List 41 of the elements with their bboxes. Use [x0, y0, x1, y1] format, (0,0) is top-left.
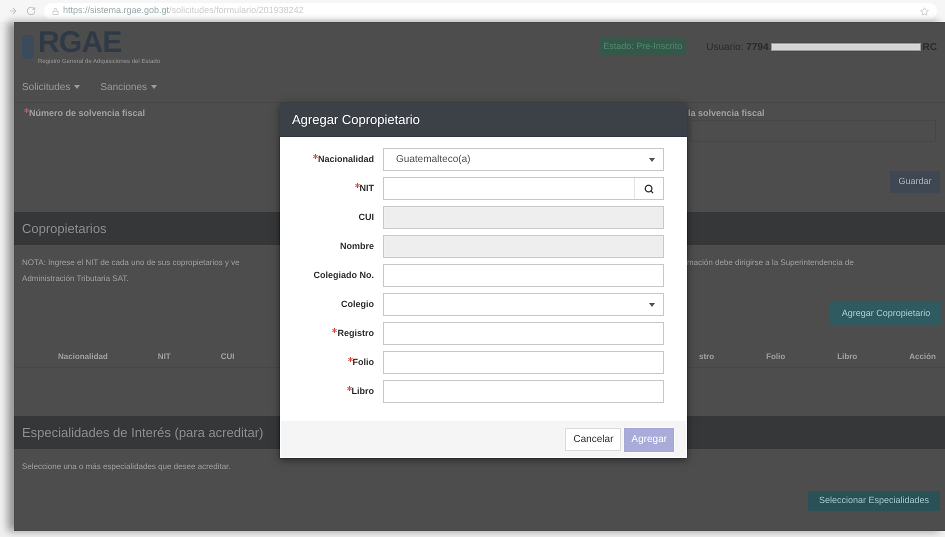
cancel-button[interactable]: Cancelar	[565, 428, 622, 451]
field-label: Colegio	[341, 298, 374, 311]
forward-icon[interactable]	[8, 6, 18, 16]
column-header: stro	[699, 351, 714, 363]
field-label: Libro	[352, 384, 374, 398]
caret-icon	[649, 158, 655, 162]
caret-icon	[649, 302, 655, 306]
search-icon	[644, 184, 654, 194]
column-header: NIT	[158, 351, 171, 363]
field-label: Nombre	[340, 240, 374, 253]
nav-menu[interactable]: Solicitudes	[22, 80, 70, 94]
section-title: Copropietarios	[22, 220, 107, 238]
star-icon[interactable]	[920, 6, 929, 16]
note-text: Seleccione una o más especialidades que desee acreditar.	[22, 461, 231, 473]
field-label: Registro	[337, 326, 374, 340]
section-title: Especialidades de Interés (para acreditar)	[22, 424, 264, 442]
select-specialties-button[interactable]: Seleccionar Especialidades	[808, 491, 940, 511]
save-button[interactable]: Guardar	[890, 171, 940, 193]
column-header: Nacionalidad	[58, 351, 108, 363]
note-text: NOTA: Ingrese el NIT de cada uno de sus copropietarios y ve Administración Tributaria SAT.	[22, 257, 240, 285]
field-label: Nacionalidad	[318, 152, 374, 166]
caret-icon	[74, 85, 80, 89]
note-text: mación debe dirigirse a la Superintendencia de	[687, 257, 854, 269]
field-label: NIT	[360, 182, 374, 195]
select-field[interactable]	[383, 293, 664, 316]
field-label: la solvencia fiscal	[688, 107, 765, 120]
nav-menu[interactable]: Sanciones	[100, 80, 148, 94]
select-field[interactable]: Guatemalteco(a)	[383, 148, 664, 171]
caret-icon	[151, 85, 158, 89]
column-header: Libro	[837, 351, 858, 363]
lock-icon	[52, 8, 59, 14]
field-label: Número de solvencia fiscal	[29, 107, 146, 120]
column-header: CUI	[220, 351, 234, 363]
modal-title: Agregar Copropietario	[292, 111, 420, 130]
add-coowner-button[interactable]: Agregar Copropietario	[830, 302, 942, 326]
column-header: Folio	[766, 351, 786, 363]
field-label: Colegiado No.	[314, 268, 374, 282]
field-label: Folio	[352, 356, 374, 369]
column-header: Acción	[909, 351, 936, 363]
field-label: CUI	[358, 210, 374, 224]
reload-icon[interactable]	[26, 6, 36, 16]
